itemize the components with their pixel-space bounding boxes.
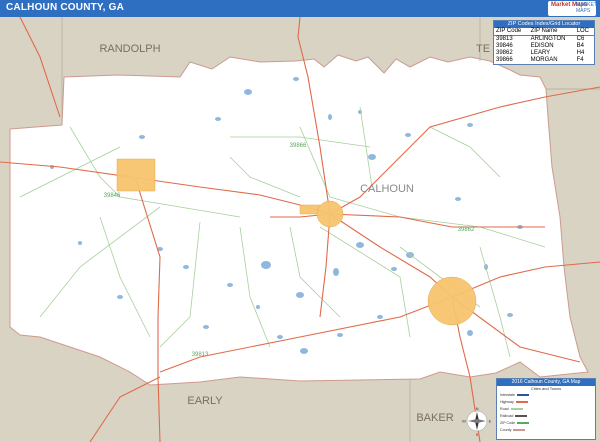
name-cell: EDISON (530, 43, 554, 49)
zip-label-39813: 39813 (192, 352, 209, 358)
neighbor-label-baker: BAKER (416, 412, 453, 424)
legend-item-label: Interstate (500, 393, 515, 397)
legend-item-label: Highway (500, 400, 514, 404)
legend-item: Interstate (500, 393, 529, 398)
legend-swatch (515, 401, 528, 404)
legend-item: Railroad (500, 414, 528, 419)
table-row: 39866 MORGAN F4 (494, 57, 594, 64)
legend-swatch (516, 394, 529, 397)
zip-label-39846: 39846 (104, 193, 121, 199)
compass-s: S (476, 432, 479, 437)
loc-col-header: LOC (574, 28, 594, 36)
compass-n: N (476, 406, 479, 411)
loc-cell: H4 (576, 50, 585, 56)
zip-code-table: ZIP Codes Index/Grid Locator ZIP Code ZI… (493, 20, 595, 65)
map-legend: 2016 Calhoun County, GA Map Cities and T… (496, 378, 596, 440)
table-row: 39846 EDISON B4 (494, 43, 594, 50)
loc-cell: F4 (576, 57, 584, 63)
name-cell: ARLINGTON (530, 36, 566, 42)
legend-swatch (515, 415, 528, 418)
legend-item: ZIP Code (500, 421, 530, 426)
zip-table-header-row: ZIP Code ZIP Name LOC (494, 28, 594, 36)
legend-title: 2016 Calhoun County, GA Map (497, 379, 595, 386)
legend-item-label: Road (500, 407, 509, 411)
compass-e: E (489, 419, 492, 424)
legend-item: Highway (500, 400, 528, 405)
loc-cell: B4 (576, 43, 584, 49)
loc-cell: C6 (576, 36, 585, 42)
zip-cell: 39846 (496, 43, 513, 49)
legend-swatch (513, 429, 526, 432)
zip-cell: 39862 (496, 50, 513, 56)
zip-cell: 39813 (496, 36, 513, 42)
name-col-header: ZIP Name (528, 28, 575, 36)
legend-item-label: ZIP Code (500, 421, 516, 425)
neighbor-label-early: EARLY (187, 395, 223, 407)
legend-item: Road (500, 407, 523, 412)
name-cell: LEARY (530, 50, 551, 56)
zip-cell: 39866 (496, 57, 513, 63)
table-row: 39813 ARLINGTON C6 (494, 36, 594, 44)
zip-table-grid: ZIP Code ZIP Name LOC 39813 ARLINGTON C6… (494, 28, 594, 64)
map-frame: CALHOUN COUNTY, GA Market Maps MARKET MA… (0, 0, 600, 442)
legend-subtitle: Cities and Towns (530, 386, 562, 391)
name-cell: MORGAN (530, 57, 558, 63)
neighbor-label-te: TE (476, 43, 490, 55)
zip-table-title: ZIP Codes Index/Grid Locator (494, 21, 594, 28)
page-title: CALHOUN COUNTY, GA (6, 2, 125, 13)
neighbor-label-randolph: RANDOLPH (99, 43, 160, 55)
legend-item-label: Railroad (500, 414, 514, 418)
zip-col-header: ZIP Code (494, 28, 529, 36)
brand-logo[interactable]: Market Maps MARKET MAPS (548, 1, 597, 16)
county-name-label: CALHOUN (360, 183, 414, 195)
legend-swatch (510, 408, 523, 411)
legend-item-label: County (500, 428, 512, 432)
county-area (9, 54, 589, 386)
zip-label-39862: 39862 (458, 227, 475, 233)
logo-text-2: MARKET MAPS (576, 2, 597, 14)
compass-w: W (462, 419, 466, 424)
zip-label-39866: 39866 (290, 143, 307, 149)
legend-item: County (500, 428, 526, 433)
legend-swatch (517, 422, 530, 425)
table-row: 39862 LEARY H4 (494, 50, 594, 57)
title-bar: CALHOUN COUNTY, GA Market Maps MARKET MA… (0, 0, 600, 17)
